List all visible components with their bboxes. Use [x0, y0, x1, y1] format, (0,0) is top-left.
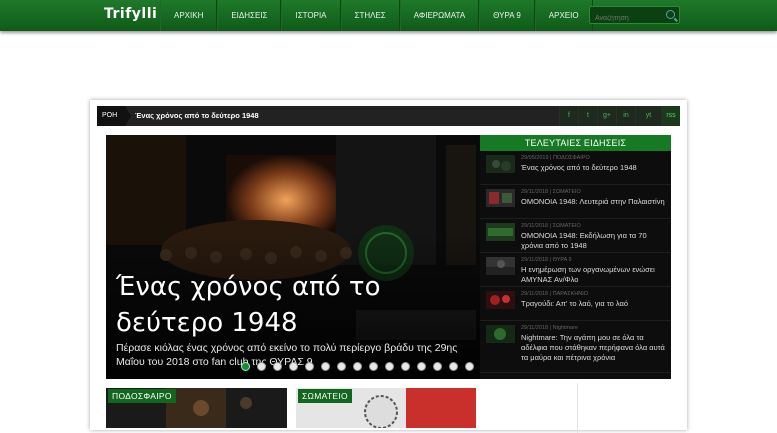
- news-date: 29/11/2018: [521, 223, 549, 229]
- news-item[interactable]: 29/11/2018 | ΣΩΜΑΤΕΙΟ ΟΜΟΝΟΙΑ 1948: Εκδή…: [480, 219, 671, 253]
- ticker-label: ΡΟΗ: [97, 106, 131, 126]
- slider-dot[interactable]: [241, 362, 250, 371]
- slider-dot[interactable]: [385, 362, 394, 371]
- nav-columns[interactable]: ΣΤΗΛΕΣ: [340, 0, 400, 31]
- card-category-tag[interactable]: ΣΩΜΑΤΕΙΟ: [298, 389, 352, 403]
- news-date: 29/05/2019: [521, 155, 549, 161]
- news-item[interactable]: 29/11/2018 | Nightmare Nightmare: Την αγ…: [480, 321, 671, 373]
- slider-dot[interactable]: [433, 362, 442, 371]
- rss-icon[interactable]: rss: [661, 106, 680, 126]
- nav-gate-9[interactable]: ΘΥΡΑ 9: [479, 0, 535, 31]
- social-links: f t g+ in yt rss: [559, 106, 680, 126]
- news-item[interactable]: 29/05/2019 | ΠΟΔΟΣΦΑΙΡΟ Ένας χρόνος από …: [480, 151, 671, 185]
- slider-dot[interactable]: [369, 362, 378, 371]
- news-thumbnail: [486, 291, 515, 309]
- news-headline[interactable]: Ένας χρόνος από το δεύτερο 1948: [521, 163, 666, 173]
- site-logo[interactable]: Trifylli: [104, 6, 157, 22]
- slide-title[interactable]: Ένας χρόνος από το δεύτερο 1948: [116, 269, 456, 341]
- featured-slider[interactable]: Ένας χρόνος από το δεύτερο 1948 Πέρασε κ…: [106, 135, 480, 379]
- news-item[interactable]: 29/11/2018 | ΣΩΜΑΤΕΙΟ ΟΜΟΝΟΙΑ 1948: Λευτ…: [480, 185, 671, 219]
- news-headline[interactable]: ΟΜΟΝΟΙΑ 1948: Λευτεριά στην Παλαιστίνη: [521, 197, 666, 207]
- search-input[interactable]: [590, 10, 660, 27]
- news-category[interactable]: ΣΩΜΑΤΕΙΟ: [553, 189, 581, 195]
- latest-news-panel: ΤΕΛΕΥΤΑΙΕΣ ΕΙΔΗΣΕΙΣ 29/05/2019 | ΠΟΔΟΣΦΑ…: [480, 135, 671, 379]
- news-thumbnail: [486, 189, 515, 207]
- nav-news[interactable]: ΕΙΔΗΣΕΙΣ: [217, 0, 282, 31]
- slider-dot[interactable]: [273, 362, 282, 371]
- facebook-icon[interactable]: f: [559, 106, 578, 126]
- youtube-icon[interactable]: yt: [635, 106, 661, 126]
- slider-dot[interactable]: [305, 362, 314, 371]
- news-thumbnail: [486, 325, 515, 343]
- card-category-tag[interactable]: ΠΟΔΟΣΦΑΙΡΟ: [108, 389, 176, 403]
- news-date: 29/11/2018: [521, 291, 549, 297]
- news-category[interactable]: Nightmare: [553, 325, 578, 331]
- news-meta: 29/11/2018 | Nightmare: [521, 325, 578, 331]
- news-meta: 29/11/2018 | ΠΑΡΑΣΚΗΝΙΟ: [521, 291, 589, 297]
- news-meta: 29/11/2018 | ΘΥΡΑ 9: [521, 257, 572, 263]
- slider-dot[interactable]: [465, 362, 474, 371]
- news-meta: 29/11/2018 | ΣΩΜΑΤΕΙΟ: [521, 189, 581, 195]
- news-date: 29/11/2018: [521, 189, 549, 195]
- news-ticker: ΡΟΗ Ένας χρόνος από το δεύτερο 1948 f t …: [97, 106, 680, 126]
- news-item[interactable]: 29/11/2018 | ΠΑΡΑΣΚΗΝΙΟ Τραγούδι: Απ' το…: [480, 287, 671, 321]
- news-category[interactable]: ΣΩΜΑΤΕΙΟ: [553, 223, 581, 229]
- twitter-icon[interactable]: t: [578, 106, 597, 126]
- nav-home[interactable]: ΑΡΧΙΚΗ: [160, 0, 218, 31]
- news-category[interactable]: ΠΟΔΟΣΦΑΙΡΟ: [553, 155, 590, 161]
- latest-news-title: ΤΕΛΕΥΤΑΙΕΣ ΕΙΔΗΣΕΙΣ: [480, 135, 671, 151]
- nav-archive[interactable]: ΑΡΧΕΙΟ: [534, 0, 593, 31]
- nav-features[interactable]: ΑΦΙΕΡΩΜΑΤΑ: [399, 0, 480, 31]
- column-divider: [577, 383, 578, 433]
- news-meta: 29/05/2019 | ΠΟΔΟΣΦΑΙΡΟ: [521, 155, 590, 161]
- slider-dot[interactable]: [353, 362, 362, 371]
- news-thumbnail: [486, 155, 515, 173]
- news-headline[interactable]: Τραγούδι: Απ' το λαό, για το λαό: [521, 299, 666, 309]
- nav-history[interactable]: ΙΣΤΟΡΙΑ: [281, 0, 341, 31]
- news-meta: 29/11/2018 | ΣΩΜΑΤΕΙΟ: [521, 223, 581, 229]
- article-card[interactable]: ΠΟΔΟΣΦΑΙΡΟ: [106, 388, 287, 428]
- linkedin-icon[interactable]: in: [616, 106, 635, 126]
- google-plus-icon[interactable]: g+: [597, 106, 616, 126]
- search-box: [589, 6, 680, 27]
- ticker-headline[interactable]: Ένας χρόνος από το δεύτερο 1948: [135, 106, 259, 126]
- main-content: ΡΟΗ Ένας χρόνος από το δεύτερο 1948 f t …: [90, 100, 687, 433]
- news-date: 29/11/2018: [521, 325, 549, 331]
- slider-dot[interactable]: [337, 362, 346, 371]
- slider-dot[interactable]: [321, 362, 330, 371]
- news-thumbnail: [486, 257, 515, 275]
- slider-dot[interactable]: [401, 362, 410, 371]
- news-category[interactable]: ΠΑΡΑΣΚΗΝΙΟ: [553, 291, 588, 297]
- search-icon[interactable]: [666, 10, 675, 19]
- article-card[interactable]: ΣΩΜΑΤΕΙΟ: [296, 388, 476, 428]
- slider-dot[interactable]: [417, 362, 426, 371]
- slider-dot[interactable]: [289, 362, 298, 371]
- news-thumbnail: [486, 223, 515, 241]
- main-nav: ΑΡΧΙΚΗ ΕΙΔΗΣΕΙΣ ΙΣΤΟΡΙΑ ΣΤΗΛΕΣ ΑΦΙΕΡΩΜΑΤ…: [160, 0, 593, 31]
- slider-dot[interactable]: [257, 362, 266, 371]
- news-category[interactable]: ΘΥΡΑ 9: [553, 257, 572, 263]
- news-headline[interactable]: Nightmare: Την αγάπη μου σε όλα τα αδέλφ…: [521, 333, 666, 363]
- top-navigation-bar: Trifylli ΑΡΧΙΚΗ ΕΙΔΗΣΕΙΣ ΙΣΤΟΡΙΑ ΣΤΗΛΕΣ …: [0, 0, 777, 31]
- news-headline[interactable]: ΟΜΟΝΟΙΑ 1948: Εκδήλωση για τα 70 χρόνια …: [521, 231, 666, 251]
- news-item[interactable]: 29/11/2018 | ΘΥΡΑ 9 Η ενημέρωση των οργα…: [480, 253, 671, 287]
- news-date: 29/11/2018: [521, 257, 549, 263]
- slider-pagination: [241, 362, 474, 371]
- slider-dot[interactable]: [449, 362, 458, 371]
- news-headline[interactable]: Η ενημέρωση των οργανωμένων ενώσει ΑΜΥΝΑ…: [521, 265, 666, 285]
